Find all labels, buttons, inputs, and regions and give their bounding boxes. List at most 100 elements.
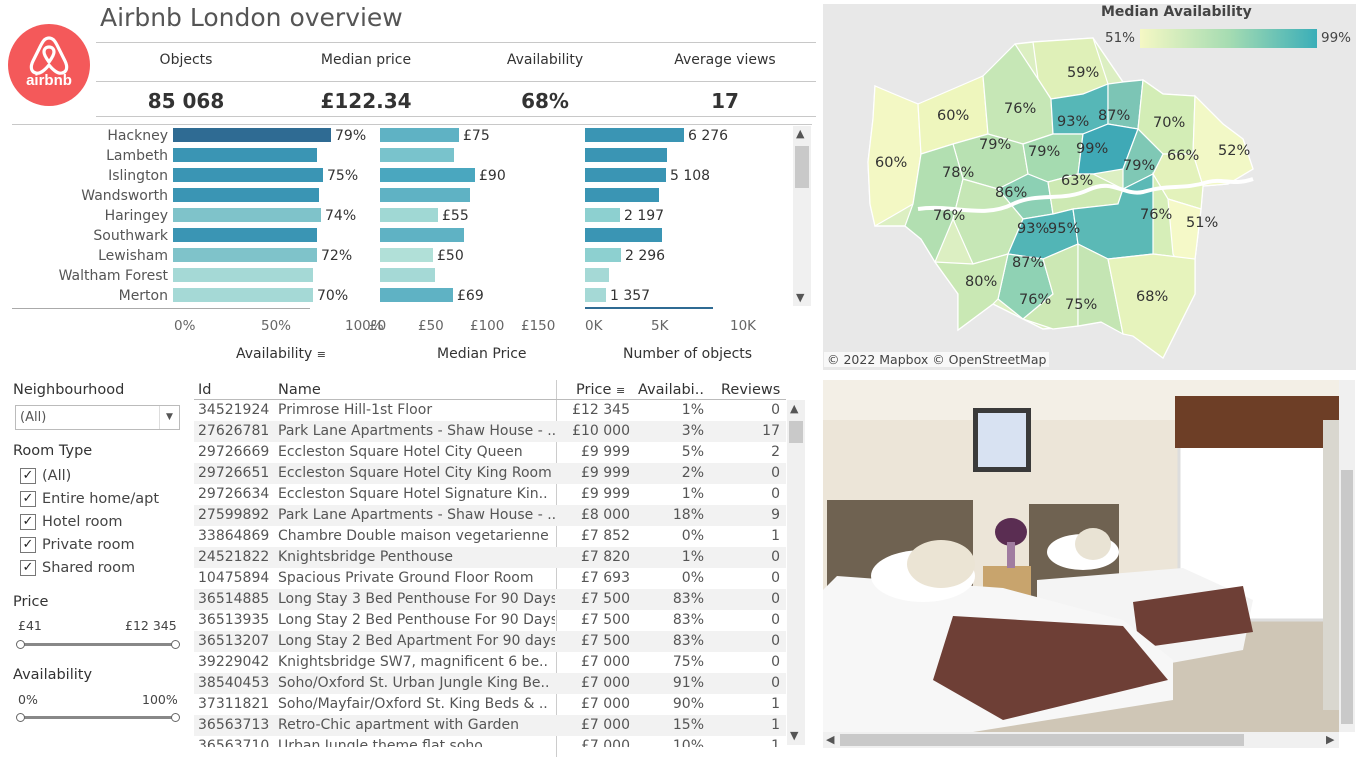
bar[interactable]	[380, 268, 435, 282]
table-row[interactable]: 36514885 Long Stay 3 Bed Penthouse For 90…	[194, 589, 786, 610]
bar[interactable]	[380, 228, 464, 242]
bar[interactable]	[380, 188, 470, 202]
kpi-median-price-label: Median price	[320, 52, 412, 68]
availability-slider-track[interactable]	[20, 716, 176, 719]
bar[interactable]	[585, 228, 662, 242]
table-cell: 37311821	[198, 696, 270, 712]
table-row[interactable]: 38540453 Soho/Oxford St. Urban Jungle Kin…	[194, 673, 786, 694]
sort-icon[interactable]: ≡	[317, 348, 326, 361]
availability-slider-max-handle[interactable]	[171, 713, 180, 722]
room-type-option[interactable]: ✓ Private room	[20, 537, 135, 557]
bar[interactable]	[380, 288, 453, 302]
chevron-down-icon[interactable]: ▼	[159, 406, 179, 429]
table-row[interactable]: 33864869 Chambre Double maison vegetarien…	[194, 526, 786, 547]
bar[interactable]	[585, 208, 620, 222]
table-scrollbar[interactable]	[787, 400, 805, 745]
table-row[interactable]: 10475894 Spacious Private Ground Floor Ro…	[194, 568, 786, 589]
bar[interactable]	[585, 128, 684, 142]
neighbourhood-label[interactable]: Merton	[12, 286, 168, 306]
table-row[interactable]: 36563713 Retro-Chic apartment with Garden…	[194, 715, 786, 736]
bar-data-label: 2 296	[625, 248, 666, 264]
price-slider-min-handle[interactable]	[16, 640, 25, 649]
bar[interactable]	[173, 208, 321, 222]
availability-slider-min-handle[interactable]	[16, 713, 25, 722]
bar[interactable]	[585, 168, 666, 182]
bar[interactable]	[173, 148, 317, 162]
scroll-left-arrow[interactable]: ◀	[826, 733, 834, 746]
scroll-up-arrow[interactable]: ▲	[796, 127, 804, 140]
scroll-down-arrow[interactable]: ▼	[796, 291, 804, 304]
bar[interactable]	[585, 248, 621, 262]
map-attribution[interactable]: © 2022 Mapbox © OpenStreetMap	[824, 352, 1050, 367]
photo-vertical-scroll-thumb[interactable]	[1341, 470, 1353, 724]
price-slider-max-handle[interactable]	[171, 640, 180, 649]
table-cell: 36513207	[198, 633, 270, 649]
table-scroll-thumb[interactable]	[789, 421, 803, 443]
bar[interactable]	[173, 228, 317, 242]
scroll-up-arrow[interactable]: ▲	[790, 402, 798, 415]
scroll-down-arrow[interactable]: ▼	[790, 729, 798, 742]
bar[interactable]	[173, 168, 323, 182]
neighbourhood-label[interactable]: Waltham Forest	[12, 266, 168, 286]
room-type-option[interactable]: ✓ Entire home/apt	[20, 491, 159, 511]
price-slider-track[interactable]	[20, 643, 176, 646]
bar[interactable]	[173, 248, 317, 262]
table-row[interactable]: 27599892 Park Lane Apartments - Shaw Hous…	[194, 505, 786, 526]
bar[interactable]	[380, 208, 438, 222]
map-label: 76%	[1019, 292, 1052, 308]
checkbox-checked-icon[interactable]: ✓	[20, 537, 36, 553]
table-row[interactable]: 24521822 Knightsbridge Penthouse £7 820 1% 0	[194, 547, 786, 568]
table-row[interactable]: 34521924 Primrose Hill-1st Floor £12 345 1%…	[194, 400, 786, 421]
table-row[interactable]: 36513935 Long Stay 2 Bed Penthouse For 90…	[194, 610, 786, 631]
neighbourhood-label[interactable]: Lewisham	[12, 246, 168, 266]
chart-scroll-thumb[interactable]	[795, 146, 809, 188]
bar[interactable]	[585, 148, 667, 162]
scroll-right-arrow[interactable]: ▶	[1326, 733, 1334, 746]
divider	[12, 124, 812, 125]
neighbourhood-label[interactable]: Lambeth	[12, 146, 168, 166]
kpi-objects-value: 85 068	[147, 89, 225, 113]
table-row[interactable]: 36513207 Long Stay 2 Bed Apartment For 90…	[194, 631, 786, 652]
bar[interactable]	[173, 288, 313, 302]
room-type-label: Hotel room	[42, 514, 123, 530]
bar[interactable]	[585, 268, 609, 282]
table-row[interactable]: 29726669 Eccleston Square Hotel City Quee…	[194, 442, 786, 463]
table-row[interactable]: 36563710 Urban Jungle theme flat soho £7 0…	[194, 736, 786, 747]
bar[interactable]	[585, 288, 606, 302]
table-row[interactable]: 29726651 Eccleston Square Hotel City King…	[194, 463, 786, 484]
table-cell: 36513935	[198, 612, 270, 628]
bar[interactable]	[173, 128, 331, 142]
map-label: 93%	[1057, 114, 1090, 130]
availability-axis-title[interactable]: Availability ≡	[236, 346, 326, 362]
table-cell: 90%	[672, 696, 704, 712]
bar[interactable]	[380, 128, 459, 142]
sort-icon[interactable]: ≡	[616, 384, 625, 397]
bar[interactable]	[173, 188, 319, 202]
room-type-option[interactable]: ✓ (All)	[20, 468, 71, 488]
checkbox-checked-icon[interactable]: ✓	[20, 468, 36, 484]
bar[interactable]	[173, 268, 313, 282]
neighbourhood-select[interactable]: (All) ▼	[15, 405, 180, 430]
checkbox-checked-icon[interactable]: ✓	[20, 514, 36, 530]
room-type-option[interactable]: ✓ Hotel room	[20, 514, 123, 534]
table-row[interactable]: 37311821 Soho/Mayfair/Oxford St. King Bed…	[194, 694, 786, 715]
table-row[interactable]: 29726634 Eccleston Square Hotel Signature…	[194, 484, 786, 505]
checkbox-checked-icon[interactable]: ✓	[20, 491, 36, 507]
bar[interactable]	[380, 248, 433, 262]
london-map[interactable]: 59% 60% 76% 93% 87% 70% 60% 79% 79% 99% …	[823, 4, 1356, 370]
neighbourhood-label[interactable]: Southwark	[12, 226, 168, 246]
bar[interactable]	[380, 168, 475, 182]
photo-horizontal-scroll-thumb[interactable]	[840, 734, 1244, 746]
neighbourhood-label[interactable]: Islington	[12, 166, 168, 186]
table-cell: Spacious Private Ground Floor Room	[278, 570, 534, 586]
neighbourhood-label[interactable]: Haringey	[12, 206, 168, 226]
checkbox-checked-icon[interactable]: ✓	[20, 560, 36, 576]
table-row[interactable]: 27626781 Park Lane Apartments - Shaw Hous…	[194, 421, 786, 442]
neighbourhood-label[interactable]: Hackney	[12, 126, 168, 146]
bar[interactable]	[585, 188, 659, 202]
table-cell: £7 000	[581, 717, 630, 733]
bar[interactable]	[380, 148, 454, 162]
room-type-option[interactable]: ✓ Shared room	[20, 560, 135, 580]
table-row[interactable]: 39229042 Knightsbridge SW7, magnificent 6…	[194, 652, 786, 673]
neighbourhood-label[interactable]: Wandsworth	[12, 186, 168, 206]
